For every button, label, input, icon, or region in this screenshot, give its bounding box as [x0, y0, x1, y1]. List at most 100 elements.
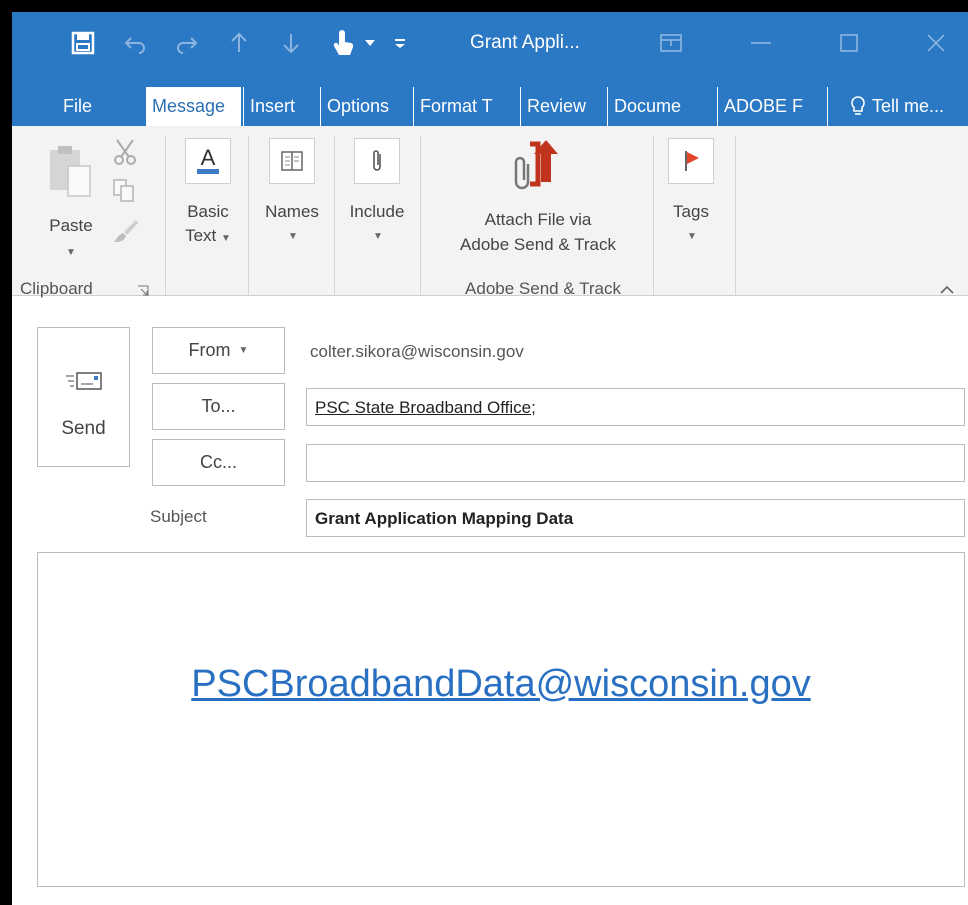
tab-format-text[interactable]: Format T — [414, 87, 521, 126]
tab-options[interactable]: Options — [321, 87, 414, 126]
window-title: Grant Appli... — [470, 32, 580, 53]
adobe-group-label: Adobe Send & Track — [465, 279, 621, 298]
cc-button[interactable]: Cc... — [152, 439, 285, 486]
redo-button[interactable] — [170, 26, 204, 60]
paperclip-icon — [373, 150, 381, 171]
from-address: colter.sikora@wisconsin.gov — [310, 342, 524, 361]
flag-icon-box — [668, 138, 714, 184]
group-divider — [735, 136, 736, 296]
basic-text-label-2: Text ▼ — [185, 226, 231, 245]
maximize-button[interactable] — [832, 26, 866, 60]
basic-text-button[interactable]: A Basic Text ▼ — [172, 138, 244, 268]
clipboard-group-label: Clipboard — [20, 279, 93, 298]
tab-document[interactable]: Docume — [608, 87, 718, 126]
include-button[interactable]: Include ▼ — [338, 138, 416, 268]
paperclip-icon-box — [354, 138, 400, 184]
maximize-icon — [840, 34, 858, 52]
save-icon — [71, 31, 95, 55]
tags-button[interactable]: Tags ▼ — [660, 138, 736, 268]
names-label: Names — [265, 202, 319, 221]
caret-down-icon — [365, 40, 375, 46]
touch-hand-icon — [333, 30, 354, 55]
chevron-up-icon — [940, 285, 954, 294]
tab-message[interactable]: Message — [146, 87, 241, 126]
format-painter-button[interactable] — [112, 218, 142, 248]
arrow-down-icon — [283, 34, 299, 54]
names-button[interactable]: Names ▼ — [252, 138, 332, 268]
dialog-launcher-icon — [138, 285, 149, 296]
ribbon-tab-bar: File Message Insert Options Format T Rev… — [12, 78, 968, 126]
basic-text-label-1: Basic — [187, 202, 229, 221]
recipient-separator: ; — [531, 398, 536, 417]
email-link[interactable]: PSCBroadbandData@wisconsin.gov — [38, 663, 964, 706]
tags-label: Tags — [673, 202, 709, 221]
scissors-icon — [114, 139, 136, 165]
send-label: Send — [61, 418, 106, 439]
address-book-icon — [281, 151, 303, 171]
close-button[interactable] — [919, 26, 953, 60]
save-button[interactable] — [66, 26, 100, 60]
attach-label-2: Adobe Send & Track — [460, 235, 616, 254]
arrow-up-icon — [231, 32, 247, 52]
recipient-chip[interactable]: PSC State Broadband Office — [315, 398, 531, 417]
group-divider — [653, 136, 654, 296]
next-item-button[interactable] — [274, 26, 308, 60]
tab-file[interactable]: File — [57, 87, 98, 126]
subject-field[interactable]: Grant Application Mapping Data — [306, 499, 965, 537]
touch-mode-button[interactable] — [326, 26, 360, 60]
tab-adobe[interactable]: ADOBE F — [718, 87, 828, 126]
from-label: From — [188, 340, 231, 360]
previous-item-button[interactable] — [222, 26, 256, 60]
close-icon — [927, 34, 945, 52]
copy-button[interactable] — [112, 178, 142, 208]
paste-button[interactable]: Paste ▼ — [42, 144, 100, 264]
send-button[interactable]: Send — [37, 327, 130, 467]
clipboard-icon — [50, 146, 91, 197]
font-color-icon-box: A — [185, 138, 231, 184]
flag-icon — [685, 151, 699, 171]
cut-button[interactable] — [112, 138, 142, 168]
paintbrush-icon — [114, 220, 138, 242]
minimize-icon — [751, 42, 771, 44]
undo-button[interactable] — [118, 26, 152, 60]
tab-review[interactable]: Review — [521, 87, 608, 126]
touch-mode-dropdown[interactable] — [362, 26, 378, 60]
undo-icon — [124, 37, 145, 54]
outlook-compose-window: Grant Appli... File Message Insert Optio… — [12, 12, 968, 905]
include-label: Include — [349, 202, 405, 221]
paste-dropdown-icon: ▼ — [66, 247, 76, 258]
send-icon — [66, 372, 102, 390]
message-body[interactable]: PSCBroadbandData@wisconsin.gov — [37, 552, 965, 887]
group-divider — [248, 136, 249, 296]
adobe-send-track-icon — [514, 140, 558, 190]
group-divider — [420, 136, 421, 296]
subject-label: Subject — [150, 507, 207, 526]
clipboard-dialog-launcher[interactable] — [137, 284, 149, 296]
tab-insert[interactable]: Insert — [243, 87, 321, 126]
collapse-ribbon-button[interactable] — [940, 282, 956, 294]
tell-me-search[interactable]: Tell me... — [844, 87, 968, 126]
customize-toolbar-button[interactable] — [392, 26, 408, 60]
ribbon-display-button[interactable] — [654, 26, 688, 60]
ribbon-display-icon — [660, 34, 682, 52]
svg-text:A: A — [201, 145, 216, 170]
from-button[interactable]: From ▼ — [152, 327, 285, 374]
group-divider — [334, 136, 335, 296]
cc-field[interactable] — [306, 444, 965, 482]
font-color-icon: A — [197, 145, 219, 174]
chevron-down-icon: ▼ — [238, 345, 249, 356]
address-book-icon-box — [269, 138, 315, 184]
group-divider — [165, 136, 166, 296]
customize-icon — [395, 39, 405, 48]
title-bar: Grant Appli... — [12, 12, 968, 78]
to-button[interactable]: To... — [152, 383, 285, 430]
redo-icon — [177, 37, 198, 54]
tell-me-label: Tell me... — [872, 96, 945, 116]
names-dropdown-icon: ▼ — [288, 231, 298, 242]
attach-file-via-adobe-button[interactable]: Attach File via Adobe Send & Track — [428, 134, 648, 274]
to-field[interactable]: PSC State Broadband Office; — [306, 388, 965, 426]
minimize-button[interactable] — [744, 26, 778, 60]
lightbulb-icon — [851, 96, 865, 115]
paste-label: Paste — [49, 216, 93, 235]
quick-access-toolbar — [66, 26, 426, 60]
